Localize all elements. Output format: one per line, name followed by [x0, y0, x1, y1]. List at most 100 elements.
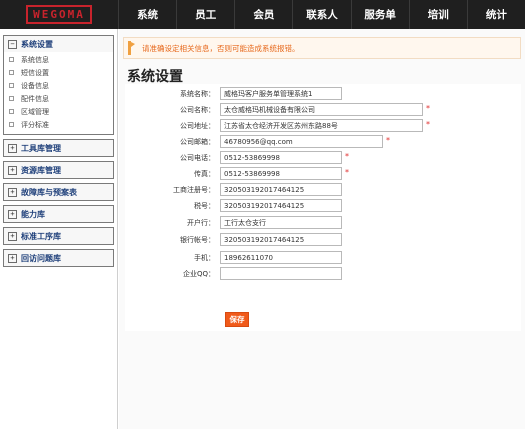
- expand-plus-icon: +: [8, 165, 17, 175]
- nav-item-statistics[interactable]: 统计: [466, 0, 525, 29]
- notice-banner: 请准确设定相关信息，否则可能造成系统报错。: [123, 37, 521, 59]
- form-row-fax: 传真： *: [125, 167, 521, 181]
- required-mark: *: [345, 168, 349, 177]
- brand-logo[interactable]: WEGOMA: [0, 0, 118, 29]
- system-name-input[interactable]: [220, 87, 342, 100]
- sidebar-item-sms-settings[interactable]: 短信设置: [9, 66, 113, 79]
- form-row-bank-account: 银行帐号：: [125, 233, 521, 247]
- sidebar-item-label: 区域管理: [21, 107, 49, 116]
- sidebar-group-header[interactable]: + 工具库管理: [4, 140, 113, 156]
- field-label: 银行帐号：: [180, 236, 215, 244]
- logo-frame: WEGOMA: [26, 5, 92, 24]
- sidebar-group-label: 故障库与预案表: [21, 187, 77, 197]
- warning-flag-icon: [128, 41, 135, 55]
- main-content: 请准确设定相关信息，否则可能造成系统报错。 系统设置 系统名称： 公司名称： *…: [119, 29, 525, 429]
- field-label: 公司地址：: [180, 122, 215, 130]
- expand-plus-icon: +: [8, 187, 17, 197]
- form-row-company-address: 公司地址： *: [125, 119, 521, 133]
- field-label: 公司邮箱：: [180, 138, 215, 146]
- sidebar-item-label: 设备信息: [21, 81, 49, 90]
- fax-input[interactable]: [220, 167, 342, 180]
- bank-input[interactable]: [220, 216, 342, 229]
- field-label: 企业QQ：: [182, 270, 215, 278]
- company-phone-input[interactable]: [220, 151, 342, 164]
- sidebar-item-label: 配件信息: [21, 94, 49, 103]
- form-row-bank: 开户行：: [125, 216, 521, 230]
- settings-form: 系统名称： 公司名称： * 公司地址： * 公司邮箱： * 公司电话： * 传真…: [125, 84, 521, 331]
- notice-text: 请准确设定相关信息，否则可能造成系统报错。: [142, 43, 300, 53]
- tax-number-input[interactable]: [220, 199, 342, 212]
- required-mark: *: [386, 136, 390, 145]
- form-row-company-name: 公司名称： *: [125, 103, 521, 117]
- nav-item-members[interactable]: 会员: [234, 0, 292, 29]
- form-row-company-phone: 公司电话： *: [125, 151, 521, 165]
- field-label: 税号：: [194, 202, 215, 210]
- save-button[interactable]: 保存: [225, 312, 249, 327]
- sidebar-group-label: 系统设置: [21, 39, 53, 49]
- required-mark: *: [426, 120, 430, 129]
- form-row-enterprise-qq: 企业QQ：: [125, 267, 521, 281]
- expand-plus-icon: +: [8, 143, 17, 153]
- collapse-minus-icon: −: [8, 39, 17, 49]
- form-row-mobile: 手机：: [125, 251, 521, 265]
- company-name-input[interactable]: [220, 103, 423, 116]
- nav-item-service-orders[interactable]: 服务单: [350, 0, 409, 29]
- field-label: 公司名称：: [180, 106, 215, 114]
- sidebar-submenu: 系统信息 短信设置 设备信息 配件信息 区域管理 评分标准: [4, 52, 113, 134]
- field-label: 开户行：: [187, 219, 215, 227]
- sidebar-item-region-management[interactable]: 区域管理: [9, 105, 113, 118]
- sidebar-group-header[interactable]: + 能力库: [4, 206, 113, 222]
- main-nav: 系统 员工 会员 联系人 服务单 培训 统计: [118, 0, 525, 29]
- field-label: 工商注册号：: [173, 186, 215, 194]
- sidebar-group-label: 回访问题库: [21, 253, 61, 263]
- form-row-business-registration: 工商注册号：: [125, 183, 521, 197]
- logo-text: WEGOMA: [33, 8, 85, 21]
- sidebar-group-label: 工具库管理: [21, 143, 61, 153]
- mobile-input[interactable]: [220, 251, 342, 264]
- sidebar-group-header[interactable]: − 系统设置: [4, 36, 113, 52]
- sidebar-item-label: 短信设置: [21, 68, 49, 77]
- company-email-input[interactable]: [220, 135, 383, 148]
- sidebar: − 系统设置 系统信息 短信设置 设备信息 配件信息 区域管理 评分标准 + 工…: [0, 29, 118, 429]
- nav-item-contacts[interactable]: 联系人: [292, 0, 350, 29]
- field-label: 系统名称：: [180, 90, 215, 98]
- expand-plus-icon: +: [8, 253, 17, 263]
- bullet-icon: [9, 109, 14, 114]
- sidebar-group-label: 资源库管理: [21, 165, 61, 175]
- field-label: 公司电话：: [180, 154, 215, 162]
- sidebar-group-fault-library: + 故障库与预案表: [3, 183, 114, 201]
- business-registration-input[interactable]: [220, 183, 342, 196]
- sidebar-item-label: 评分标准: [21, 120, 49, 129]
- sidebar-group-system-settings: − 系统设置 系统信息 短信设置 设备信息 配件信息 区域管理 评分标准: [3, 35, 114, 135]
- form-row-company-email: 公司邮箱： *: [125, 135, 521, 149]
- nav-item-staff[interactable]: 员工: [176, 0, 234, 29]
- field-label: 手机：: [194, 254, 215, 262]
- nav-item-system[interactable]: 系统: [118, 0, 176, 29]
- sidebar-group-tool-library: + 工具库管理: [3, 139, 114, 157]
- sidebar-group-capability-library: + 能力库: [3, 205, 114, 223]
- enterprise-qq-input[interactable]: [220, 267, 342, 280]
- company-address-input[interactable]: [220, 119, 423, 132]
- sidebar-item-system-info[interactable]: 系统信息: [9, 53, 113, 66]
- sidebar-group-standard-process-library: + 标准工序库: [3, 227, 114, 245]
- page-title: 系统设置: [127, 69, 183, 85]
- sidebar-item-parts-info[interactable]: 配件信息: [9, 92, 113, 105]
- expand-plus-icon: +: [8, 209, 17, 219]
- sidebar-group-header[interactable]: + 标准工序库: [4, 228, 113, 244]
- sidebar-group-followup-question-library: + 回访问题库: [3, 249, 114, 267]
- expand-plus-icon: +: [8, 231, 17, 241]
- bullet-icon: [9, 57, 14, 62]
- bank-account-input[interactable]: [220, 233, 342, 246]
- sidebar-item-device-info[interactable]: 设备信息: [9, 79, 113, 92]
- sidebar-group-header[interactable]: + 回访问题库: [4, 250, 113, 266]
- sidebar-group-header[interactable]: + 资源库管理: [4, 162, 113, 178]
- required-mark: *: [345, 152, 349, 161]
- nav-item-training[interactable]: 培训: [408, 0, 467, 29]
- sidebar-item-rating-standard[interactable]: 评分标准: [9, 118, 113, 131]
- form-row-system-name: 系统名称：: [125, 87, 521, 101]
- bullet-icon: [9, 70, 14, 75]
- bullet-icon: [9, 122, 14, 127]
- sidebar-group-label: 标准工序库: [21, 231, 61, 241]
- sidebar-group-label: 能力库: [21, 209, 45, 219]
- sidebar-group-header[interactable]: + 故障库与预案表: [4, 184, 113, 200]
